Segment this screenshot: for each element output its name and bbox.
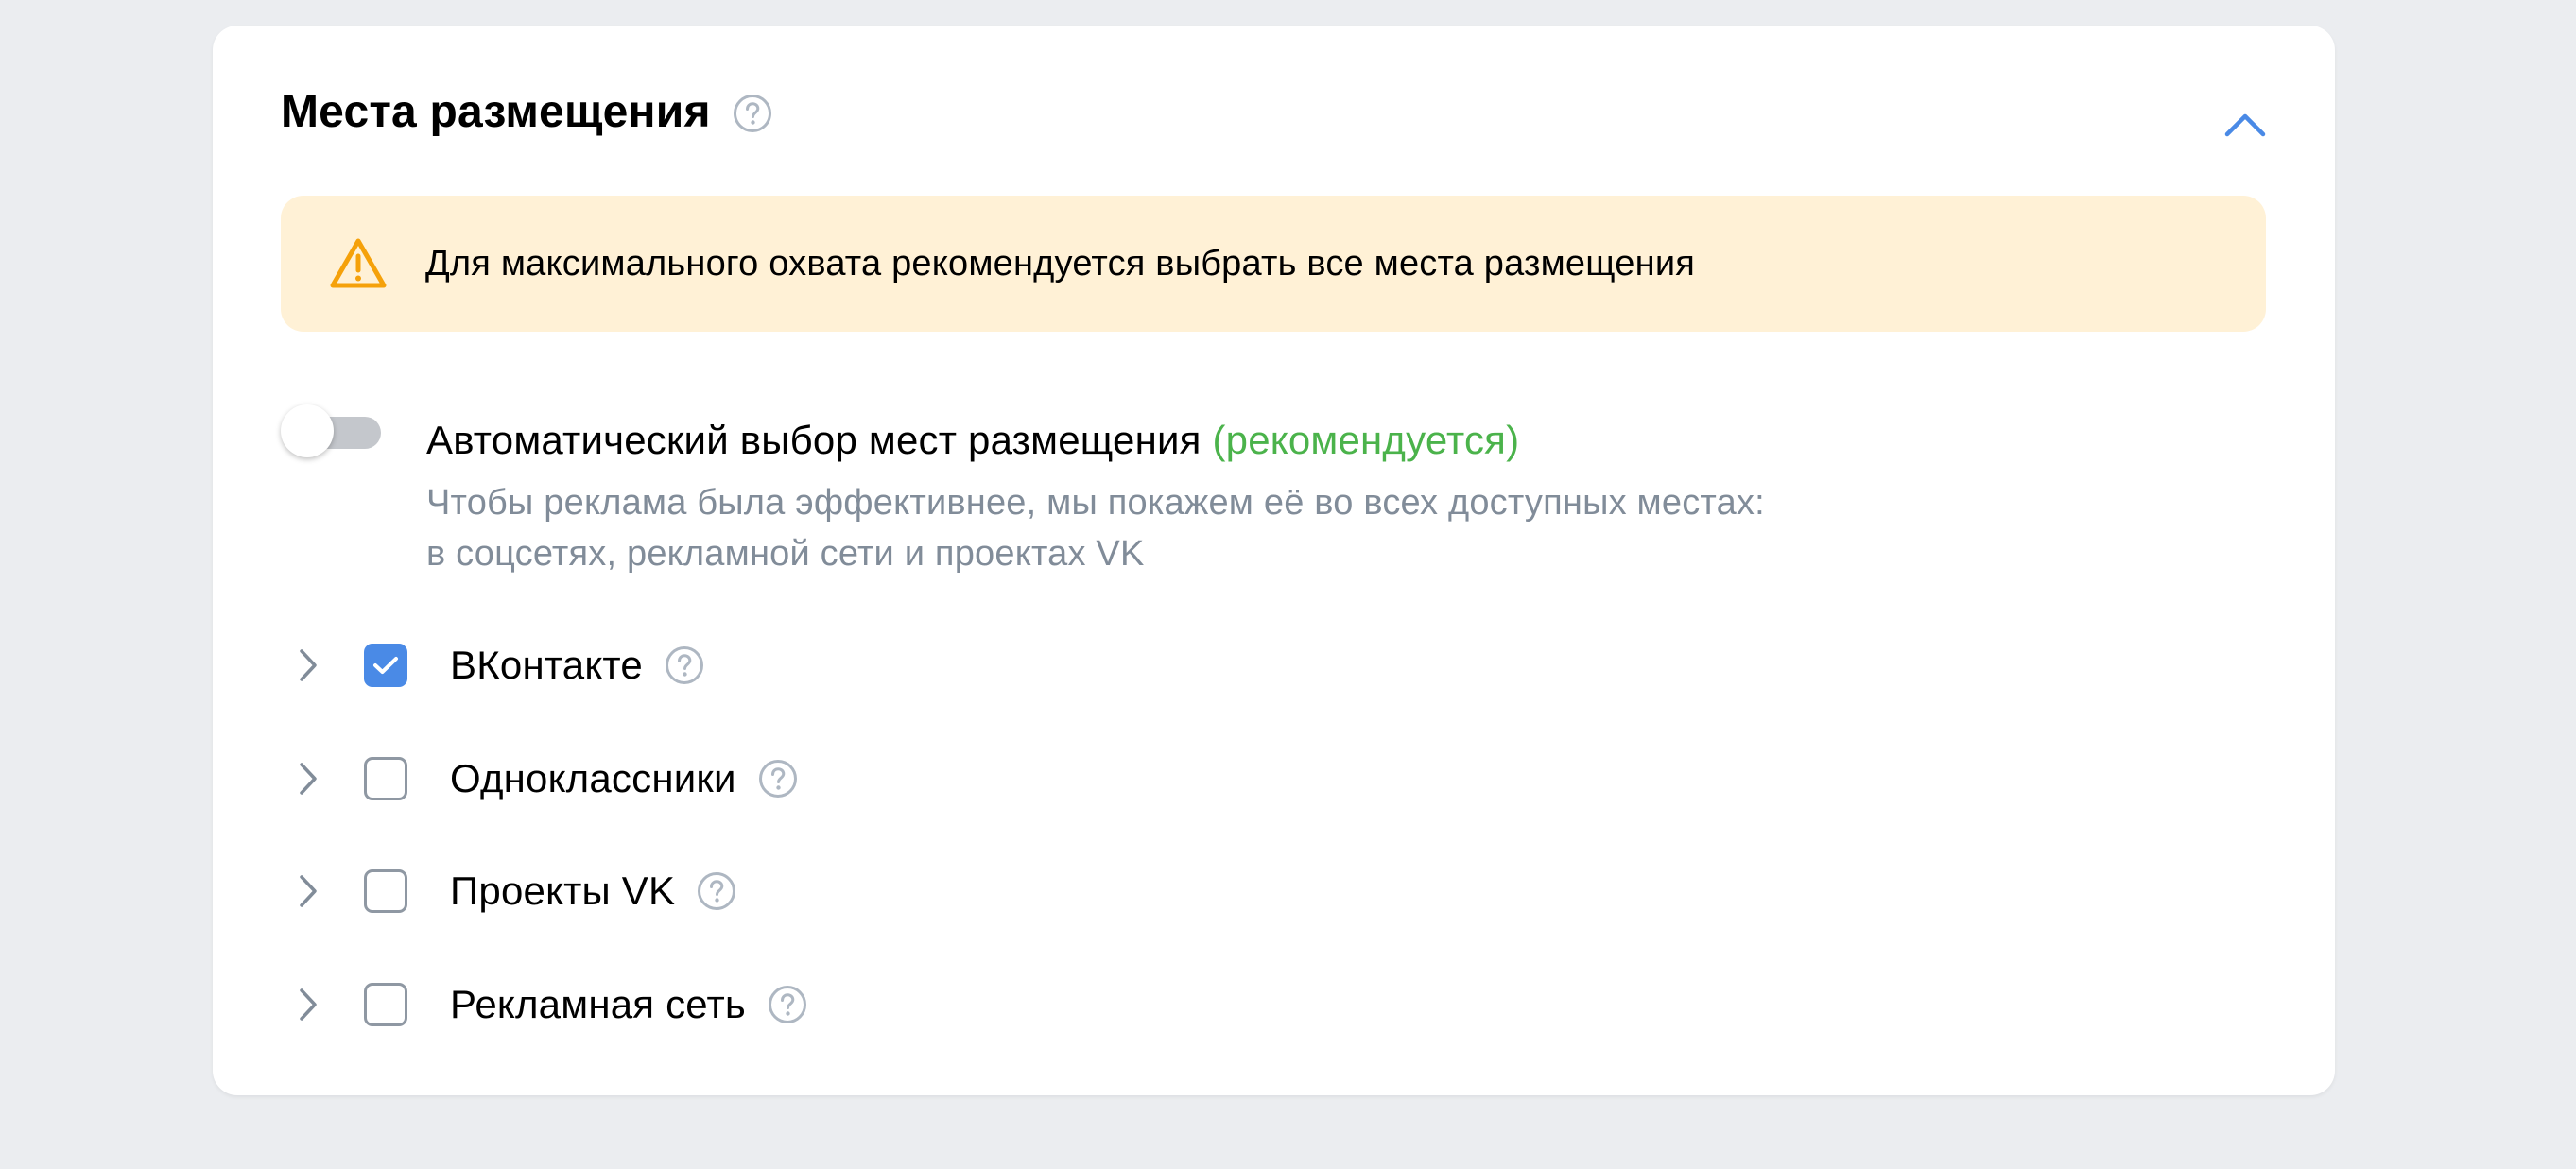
chevron-right-icon[interactable] (293, 643, 323, 688)
placement-row-vk-projects: Проекты VK (293, 863, 737, 920)
auto-placement-block: Автоматический выбор мест размещения (ре… (426, 421, 1765, 579)
collapse-button[interactable] (2218, 99, 2273, 154)
auto-placement-label: Автоматический выбор мест размещения (426, 418, 1202, 462)
placement-label-vk-projects: Проекты VK (450, 868, 676, 913)
description-line-2: в соцсетях, рекламной сети и проектах VK (426, 534, 1145, 574)
checkbox-odnoklassniki[interactable] (364, 757, 407, 800)
chevron-right-icon[interactable] (293, 982, 323, 1027)
question-circle-icon[interactable] (664, 645, 705, 686)
chevron-right-icon[interactable] (293, 868, 323, 914)
auto-placement-description: Чтобы реклама была эффективнее, мы покаж… (426, 477, 1765, 579)
placement-label-ad-network: Рекламная сеть (450, 982, 746, 1026)
placement-label-odnoklassniki: Одноклассники (450, 756, 736, 800)
chevron-up-icon (2222, 111, 2268, 144)
warning-text: Для максимального охвата рекомендуется в… (425, 243, 1696, 284)
section-title: Места размещения (281, 86, 711, 137)
placement-row-vkontakte: ВКонтакте (293, 637, 705, 694)
placement-row-ad-network: Рекламная сеть (293, 976, 808, 1033)
auto-placement-toggle[interactable] (281, 403, 385, 459)
placements-card: Места размещения Для максимального охват… (213, 26, 2335, 1095)
checkbox-ad-network[interactable] (364, 983, 407, 1026)
checkbox-vk-projects[interactable] (364, 869, 407, 913)
question-circle-icon[interactable] (732, 93, 773, 134)
chevron-right-icon[interactable] (293, 756, 323, 801)
warning-triangle-icon (328, 235, 389, 292)
question-circle-icon[interactable] (696, 870, 737, 912)
auto-placement-title: Автоматический выбор мест размещения (ре… (426, 421, 1765, 460)
question-circle-icon[interactable] (767, 984, 808, 1025)
placement-label-vkontakte: ВКонтакте (450, 643, 643, 687)
section-header: Места размещения (281, 78, 773, 145)
check-icon (373, 657, 398, 674)
question-circle-icon[interactable] (757, 758, 799, 799)
placement-row-odnoklassniki: Одноклассники (293, 750, 799, 807)
toggle-knob (281, 404, 334, 457)
recommended-label: (рекомендуется) (1212, 418, 1520, 462)
description-line-1: Чтобы реклама была эффективнее, мы покаж… (426, 483, 1765, 523)
warning-banner: Для максимального охвата рекомендуется в… (281, 196, 2266, 332)
checkbox-vkontakte[interactable] (364, 644, 407, 687)
